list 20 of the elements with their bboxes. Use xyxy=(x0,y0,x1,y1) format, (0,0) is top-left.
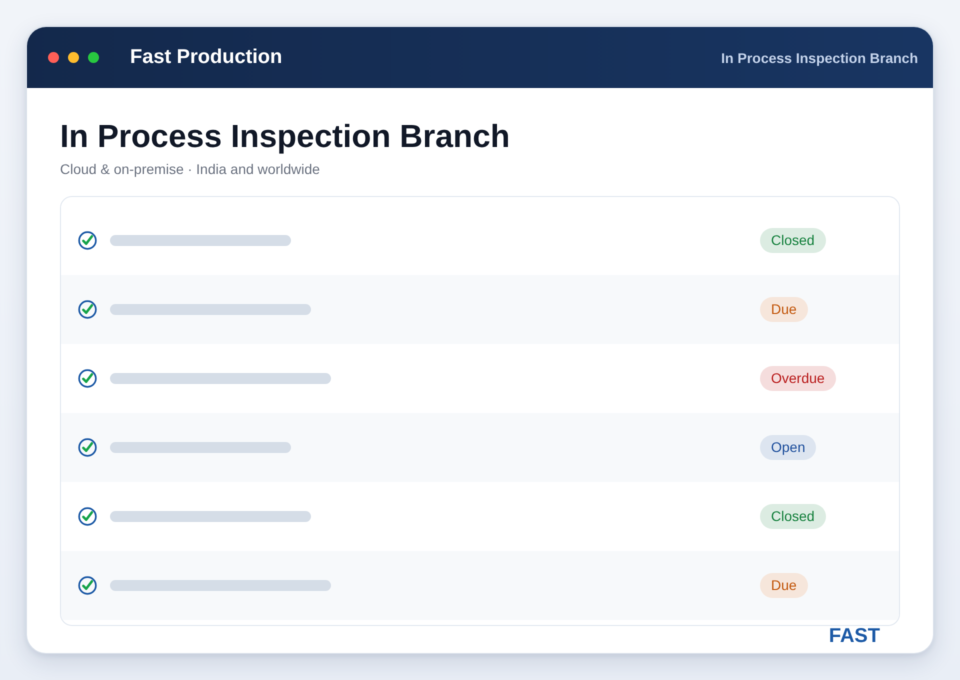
header-context-label: In Process Inspection Branch xyxy=(721,50,918,66)
status-badge: Open xyxy=(760,435,816,460)
logo-text: FAST xyxy=(828,626,880,646)
minimize-dot-icon[interactable] xyxy=(68,52,79,63)
page-heading: In Process Inspection Branch xyxy=(60,118,510,155)
status-badge: Due xyxy=(760,573,808,598)
check-circle-icon xyxy=(78,300,97,319)
close-dot-icon[interactable] xyxy=(48,52,59,63)
maximize-dot-icon[interactable] xyxy=(88,52,99,63)
page-subtitle: Cloud & on-premise · India and worldwide xyxy=(60,160,320,179)
status-badge: Due xyxy=(760,297,808,322)
window-title: Fast Production xyxy=(130,46,282,69)
check-circle-icon xyxy=(78,576,97,595)
status-badge: Overdue xyxy=(760,366,836,391)
status-badge: Closed xyxy=(760,228,826,253)
check-circle-icon xyxy=(78,231,97,250)
status-badge: Closed xyxy=(760,504,826,529)
check-circle-icon xyxy=(78,369,97,388)
check-circle-icon xyxy=(78,507,97,526)
check-circle-icon xyxy=(78,438,97,457)
